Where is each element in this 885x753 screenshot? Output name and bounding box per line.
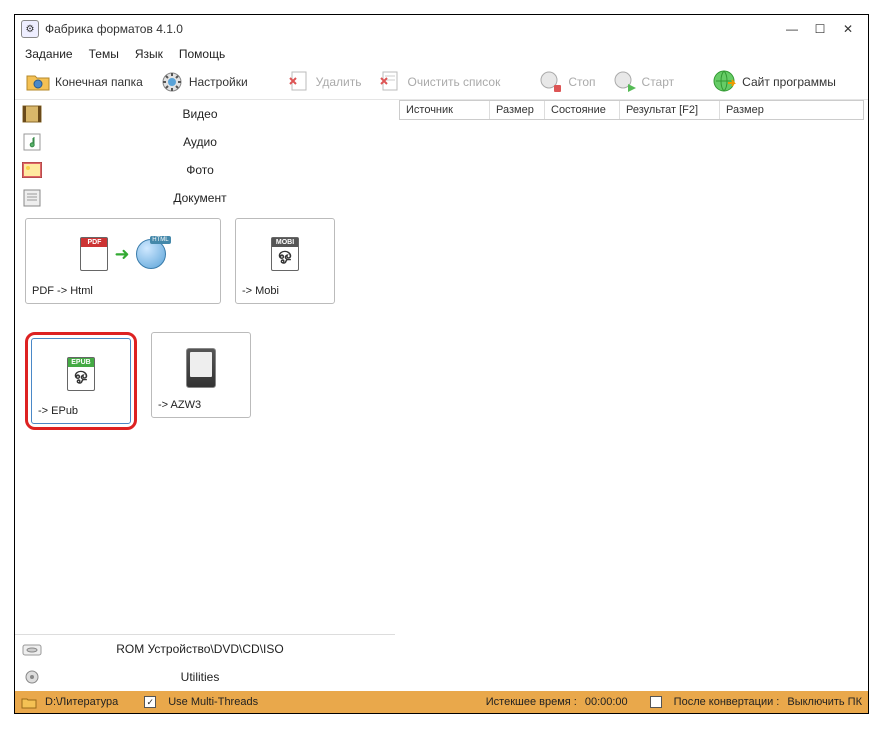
toolbar: Конечная папка Настройки Удалить Очистит… [15, 65, 868, 100]
right-pane: Источник Размер Состояние Результат [F2]… [395, 100, 868, 691]
globe-icon: HTML [136, 239, 166, 269]
gear-icon [159, 69, 185, 95]
output-folder-button[interactable]: Конечная папка [21, 67, 147, 97]
title-bar: ⚙ Фабрика форматов 4.1.0 — ☐ ✕ [15, 15, 868, 43]
after-convert-label: После конвертации : [674, 696, 780, 708]
delete-button[interactable]: Удалить [282, 67, 366, 97]
status-bar: D:\Литература ✓ Use Multi-Threads Истекш… [15, 691, 868, 713]
output-path[interactable]: D:\Литература [45, 696, 118, 708]
col-state[interactable]: Состояние [545, 101, 620, 119]
menu-language[interactable]: Язык [135, 47, 163, 61]
stop-button[interactable]: Стоп [534, 67, 599, 97]
col-result[interactable]: Результат [F2] [620, 101, 720, 119]
task-columns-header: Источник Размер Состояние Результат [F2]… [399, 100, 864, 120]
photo-icon [19, 159, 45, 181]
col-size[interactable]: Размер [490, 101, 545, 119]
col-source[interactable]: Источник [400, 101, 490, 119]
after-convert-value[interactable]: Выключить ПК [787, 696, 862, 708]
close-button[interactable]: ✕ [834, 18, 862, 40]
mobi-file-icon: MOBIஓ [271, 237, 299, 271]
category-rom[interactable]: ROM Устройство\DVD\CD\ISO [15, 635, 395, 663]
menu-help[interactable]: Помощь [179, 47, 225, 61]
task-list-empty [395, 120, 868, 691]
music-note-icon [19, 131, 45, 153]
category-video-label: Видео [45, 107, 395, 121]
folder-small-icon[interactable] [21, 696, 37, 709]
pdf-file-icon: PDF [80, 237, 108, 271]
start-label: Старт [642, 75, 675, 89]
app-icon: ⚙ [21, 20, 39, 38]
category-list: Видео Аудио Фото Документ [15, 100, 395, 212]
left-pane: Видео Аудио Фото Документ P [15, 100, 395, 691]
epub-file-icon: EPUBஓ [67, 357, 95, 391]
stop-label: Стоп [568, 75, 595, 89]
category-document-label: Документ [45, 191, 395, 205]
start-button[interactable]: Старт [608, 67, 679, 97]
menu-task[interactable]: Задание [25, 47, 73, 61]
window-title: Фабрика форматов 4.1.0 [45, 22, 183, 36]
menu-bar: Задание Темы Язык Помощь [15, 43, 868, 65]
arrow-right-icon: ➜ [114, 244, 129, 265]
elapsed-label: Истекшее время : [486, 696, 577, 708]
maximize-button[interactable]: ☐ [806, 18, 834, 40]
category-document[interactable]: Документ [15, 184, 395, 212]
category-utilities-label: Utilities [45, 670, 395, 684]
category-audio-label: Аудио [45, 135, 395, 149]
settings-label: Настройки [189, 75, 248, 89]
tile-pdf-to-html-label: PDF -> Html [32, 283, 214, 297]
play-icon [612, 69, 638, 95]
tile-pdf-to-html[interactable]: PDF ➜ HTML PDF -> Html [25, 218, 221, 304]
output-folder-label: Конечная папка [55, 75, 143, 89]
col-size2[interactable]: Размер [720, 101, 863, 119]
tile-azw3[interactable]: -> AZW3 [151, 332, 251, 418]
category-photo[interactable]: Фото [15, 156, 395, 184]
stop-icon [538, 69, 564, 95]
category-utilities[interactable]: Utilities [15, 663, 395, 691]
category-audio[interactable]: Аудио [15, 128, 395, 156]
conversion-tiles: PDF ➜ HTML PDF -> Html MOBIஓ -> Mobi [15, 212, 395, 436]
globe-arrow-icon [712, 69, 738, 95]
disc-drive-icon [19, 638, 45, 660]
delete-icon [286, 69, 312, 95]
tile-mobi-label: -> Mobi [242, 283, 328, 297]
tile-epub-highlight: EPUBஓ -> EPub [25, 332, 137, 430]
multithreads-label: Use Multi-Threads [168, 696, 258, 708]
website-button[interactable]: Сайт программы [708, 67, 840, 97]
after-convert-checkbox[interactable] [650, 696, 662, 708]
category-rom-label: ROM Устройство\DVD\CD\ISO [45, 642, 395, 656]
folder-icon [25, 69, 51, 95]
bottom-category-list: ROM Устройство\DVD\CD\ISO Utilities [15, 634, 395, 691]
clear-label: Очистить список [407, 75, 500, 89]
content-area: Видео Аудио Фото Документ P [15, 100, 868, 691]
clear-icon [377, 69, 403, 95]
document-icon [19, 187, 45, 209]
tile-epub-label: -> EPub [38, 403, 124, 417]
clear-list-button[interactable]: Очистить список [373, 67, 504, 97]
tile-mobi[interactable]: MOBIஓ -> Mobi [235, 218, 335, 304]
ereader-icon [186, 348, 216, 388]
film-icon [19, 103, 45, 125]
category-photo-label: Фото [45, 163, 395, 177]
elapsed-value: 00:00:00 [585, 696, 628, 708]
multithreads-checkbox[interactable]: ✓ [144, 696, 156, 708]
tile-epub[interactable]: EPUBஓ -> EPub [31, 338, 131, 424]
delete-label: Удалить [316, 75, 362, 89]
minimize-button[interactable]: — [778, 18, 806, 40]
category-video[interactable]: Видео [15, 100, 395, 128]
gear-small-icon [19, 666, 45, 688]
app-window: ⚙ Фабрика форматов 4.1.0 — ☐ ✕ Задание Т… [14, 14, 869, 714]
settings-button[interactable]: Настройки [155, 67, 252, 97]
tile-azw3-label: -> AZW3 [158, 397, 244, 411]
website-label: Сайт программы [742, 75, 836, 89]
menu-themes[interactable]: Темы [89, 47, 119, 61]
